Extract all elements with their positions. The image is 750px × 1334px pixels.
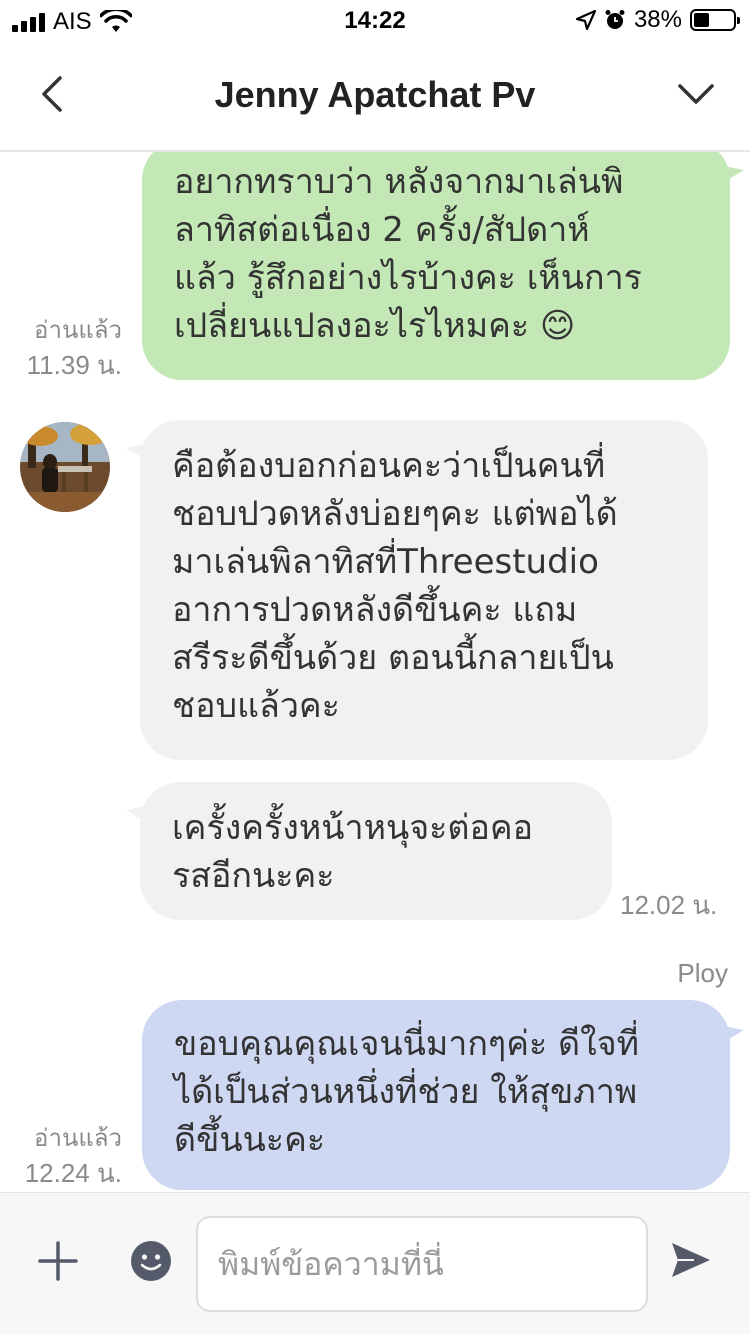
avatar[interactable] — [20, 422, 110, 512]
status-bar: AIS 14:22 38% — [0, 0, 750, 40]
message-line: แล้ว รู้สึกอย่างไรบ้างคะ เห็นการ — [174, 258, 642, 298]
read-receipt: อ่านแล้ว 12.24 น. — [10, 1122, 122, 1190]
message-input[interactable]: พิมพ์ข้อความที่นี่ — [196, 1216, 648, 1312]
bubble-tail — [126, 806, 146, 822]
message-line: ดีขึ้นนะคะ — [174, 1120, 326, 1160]
incoming-message[interactable]: เครั้งครั้งหน้าหนุจะต่อคอ รสอีกนะคะ — [126, 782, 612, 920]
message-time: 11.39 น. — [26, 350, 122, 380]
message-line: คือต้องบอกก่อนคะว่าเป็นคนที่ — [172, 446, 606, 486]
message-line: ลาทิสต่อเนื่อง 2 ครั้ง/สัปดาห์ — [174, 210, 590, 250]
alarm-icon — [605, 10, 625, 29]
message-line: เครั้งครั้งหน้าหนุจะต่อคอ — [172, 808, 534, 848]
sender-name: Ploy — [677, 958, 728, 988]
read-label: อ่านแล้ว — [34, 1125, 122, 1152]
chevron-down-icon[interactable] — [672, 70, 720, 118]
message-line: เปลี่ยนแปลงอะไรไหมคะ 😊 — [174, 306, 576, 346]
bubble-tail — [724, 166, 744, 182]
message-line: อาการปวดหลังดีขึ้นคะ แถม — [172, 590, 578, 630]
plus-icon[interactable] — [36, 1239, 80, 1283]
message-line: มาเล่นพิลาทิสที่Threestudio — [172, 542, 599, 582]
battery-icon — [690, 9, 740, 31]
outgoing-message[interactable]: ขอบคุณคุณเจนนี่มากๆค่ะ ดีใจที่ ได้เป็นส่… — [142, 1000, 744, 1190]
outgoing-message[interactable]: อยากทราบว่า หลังจากมาเล่นพิ ลาทิสต่อเนื่… — [142, 152, 744, 380]
message-line: รสอีกนะคะ — [172, 856, 335, 896]
chat-title: Jenny Apatchat Pv — [214, 74, 536, 115]
bubble-tail — [724, 1026, 744, 1042]
send-icon[interactable] — [668, 1237, 714, 1283]
message-line: ได้เป็นส่วนหนึ่งที่ช่วย ให้สุขภาพ — [174, 1072, 638, 1112]
emoji-icon[interactable] — [130, 1240, 172, 1282]
time-label: 12.02 น. — [620, 890, 718, 920]
message-line: สรีระดีขึ้นด้วย ตอนนี้กลายเป็น — [172, 638, 614, 678]
incoming-message[interactable]: คือต้องบอกก่อนคะว่าเป็นคนที่ ชอบปวดหลังบ… — [126, 420, 708, 760]
message-time: 12.02 น. — [620, 888, 736, 922]
chat-header: Jenny Apatchat Pv — [0, 40, 750, 152]
message-line: ขอบคุณคุณเจนนี่มากๆค่ะ ดีใจที่ — [174, 1024, 640, 1064]
message-input-bar: พิมพ์ข้อความที่นี่ — [0, 1192, 750, 1334]
message-list[interactable]: อยากทราบว่า หลังจากมาเล่นพิ ลาทิสต่อเนื่… — [0, 152, 750, 1192]
bubble-tail — [126, 444, 146, 460]
message-line: ชอบแล้วคะ — [172, 686, 340, 726]
read-receipt: อ่านแล้ว 11.39 น. — [10, 314, 122, 382]
location-icon — [575, 10, 596, 30]
read-label: อ่านแล้ว — [34, 317, 122, 344]
message-line: อยากทราบว่า หลังจากมาเล่นพิ — [174, 162, 624, 202]
message-line: ชอบปวดหลังบ่อยๆคะ แต่พอได้ — [172, 494, 618, 534]
message-time: 12.24 น. — [24, 1158, 122, 1188]
battery-percent: 38% — [633, 6, 682, 33]
